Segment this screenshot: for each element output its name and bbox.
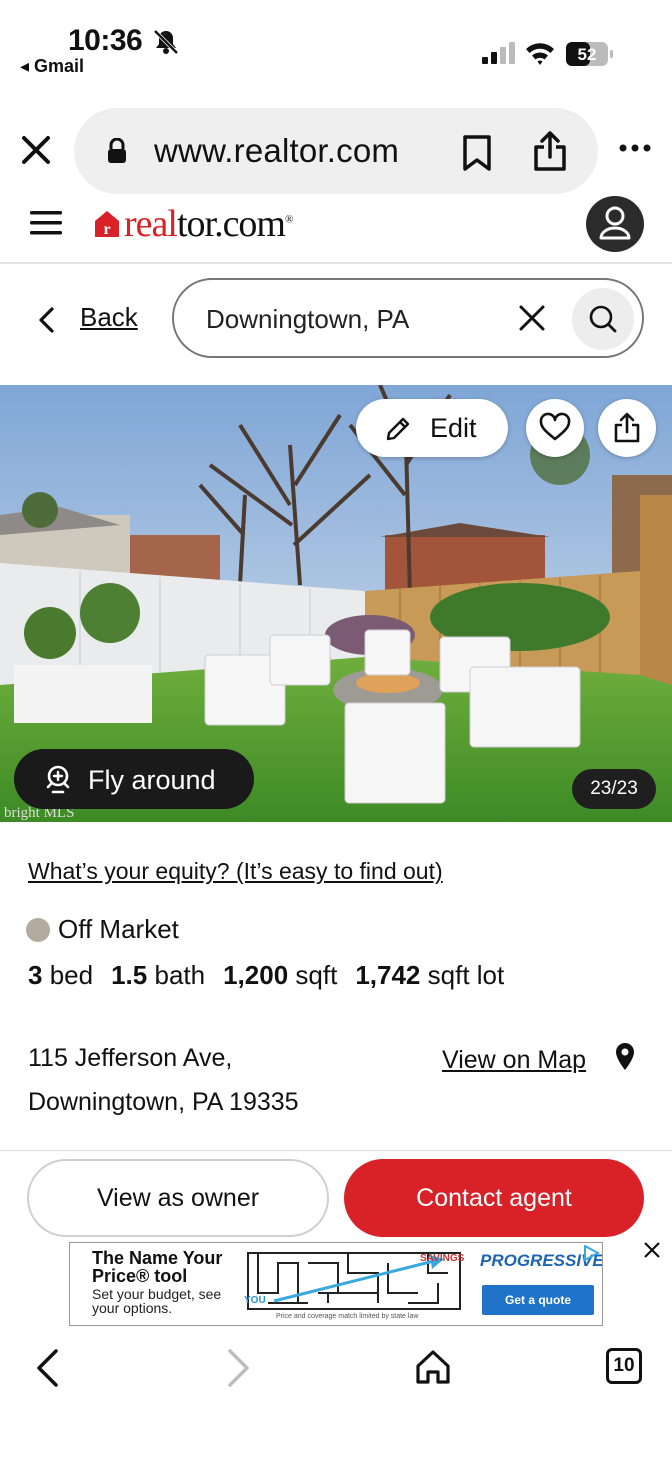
adchoices-icon[interactable] <box>582 1245 600 1261</box>
url-text: www.realtor.com <box>154 132 400 169</box>
beds-value: 3 <box>28 960 43 990</box>
lot-unit: sqft lot <box>427 960 505 990</box>
pencil-icon <box>386 417 410 441</box>
photo-counter: 23/23 <box>572 769 656 809</box>
battery-icon: 52 <box>566 42 613 66</box>
property-facts: 3 bed 1.5 bath 1,200 sqft 1,742 sqft lot <box>28 960 504 991</box>
status-bar: 10:36 ◂ Gmail 52 <box>0 0 672 90</box>
bookmark-icon[interactable] <box>460 134 494 172</box>
ad-savings-label: SAVINGS <box>420 1253 465 1264</box>
listing-status: Off Market <box>26 914 179 945</box>
view-as-owner-button[interactable]: View as owner <box>27 1159 329 1237</box>
equity-link[interactable]: What’s your equity? (It’s easy to find o… <box>28 858 443 885</box>
contact-agent-button[interactable]: Contact agent <box>344 1159 644 1237</box>
site-header: r realtor.com® <box>0 196 672 264</box>
cellular-signal-icon <box>482 42 515 64</box>
search-row: Back Downingtown, PA <box>0 276 672 366</box>
realtor-house-icon: r <box>95 211 119 238</box>
sqft-value: 1,200 <box>223 960 289 990</box>
search-input[interactable]: Downingtown, PA <box>172 278 644 358</box>
back-link[interactable]: Back <box>80 302 138 333</box>
advertisement-banner[interactable]: The Name Your Price® tool Set your budge… <box>69 1242 603 1326</box>
status-dot-icon <box>26 917 50 942</box>
heart-icon <box>539 412 571 441</box>
ad-subtext: Set your budget, see your options. <box>92 1286 222 1316</box>
bell-muted-icon <box>153 29 179 55</box>
svg-text:r: r <box>103 221 110 238</box>
lock-icon <box>108 138 126 163</box>
logo-text-red: real <box>124 203 178 245</box>
realtor-logo[interactable]: r realtor.com® <box>94 202 293 246</box>
share-icon[interactable] <box>532 130 568 172</box>
search-input-value: Downingtown, PA <box>206 304 410 334</box>
share-icon <box>614 412 640 443</box>
home-icon[interactable] <box>414 1348 452 1386</box>
user-icon <box>599 206 631 240</box>
tabs-button[interactable]: 10 <box>606 1348 642 1384</box>
baths-unit: bath <box>154 960 206 990</box>
status-text: Off Market <box>58 914 179 944</box>
ad-fine-print: Price and coverage match limited by stat… <box>276 1313 419 1320</box>
edit-label: Edit <box>430 413 477 443</box>
fly-around-button[interactable]: Fly around <box>14 749 254 809</box>
map-pin-icon[interactable] <box>614 1042 636 1072</box>
forward-arrow-icon[interactable] <box>226 1348 252 1388</box>
ad-you-label: YOU <box>244 1295 266 1306</box>
edit-button[interactable]: Edit <box>356 399 508 457</box>
ad-headline: The Name Your Price® tool <box>92 1248 223 1286</box>
battery-level: 52 <box>578 45 597 64</box>
get-a-quote-button[interactable]: Get a quote <box>482 1285 594 1315</box>
address-bar[interactable]: www.realtor.com <box>74 108 598 194</box>
back-to-app-link[interactable]: ◂ Gmail <box>20 56 84 77</box>
beds-unit: bed <box>49 960 94 990</box>
more-options-icon[interactable] <box>618 140 652 156</box>
listing-photo[interactable]: bright MLS Edit Fly around 23/23 <box>0 385 672 822</box>
fly-around-label: Fly around <box>88 765 216 795</box>
lot-value: 1,742 <box>355 960 421 990</box>
close-ad-icon[interactable] <box>642 1240 662 1260</box>
drone-icon <box>46 765 70 794</box>
chevron-left-icon[interactable] <box>36 306 58 334</box>
search-button[interactable] <box>572 288 634 350</box>
search-icon <box>589 305 617 333</box>
clock: 10:36 <box>68 24 143 57</box>
close-icon[interactable] <box>18 132 54 168</box>
browser-toolbar: www.realtor.com <box>0 100 672 200</box>
logo-text-dark: tor.com <box>176 203 286 245</box>
clear-search-icon[interactable] <box>518 304 546 332</box>
view-on-map-link[interactable]: View on Map <box>442 1046 586 1075</box>
browser-nav-bar: 10 <box>0 1330 672 1461</box>
action-bar: View as owner Contact agent <box>0 1150 672 1242</box>
address-line-2: Downingtown, PA 19335 <box>28 1088 299 1116</box>
favorite-button[interactable] <box>526 399 584 457</box>
account-button[interactable] <box>586 196 644 252</box>
baths-value: 1.5 <box>111 960 148 990</box>
sqft-unit: sqft <box>295 960 338 990</box>
share-listing-button[interactable] <box>598 399 656 457</box>
address-line-1: 115 Jefferson Ave, <box>28 1044 233 1072</box>
wifi-icon <box>526 43 554 65</box>
menu-icon[interactable] <box>28 208 64 238</box>
back-arrow-icon[interactable] <box>34 1348 60 1388</box>
